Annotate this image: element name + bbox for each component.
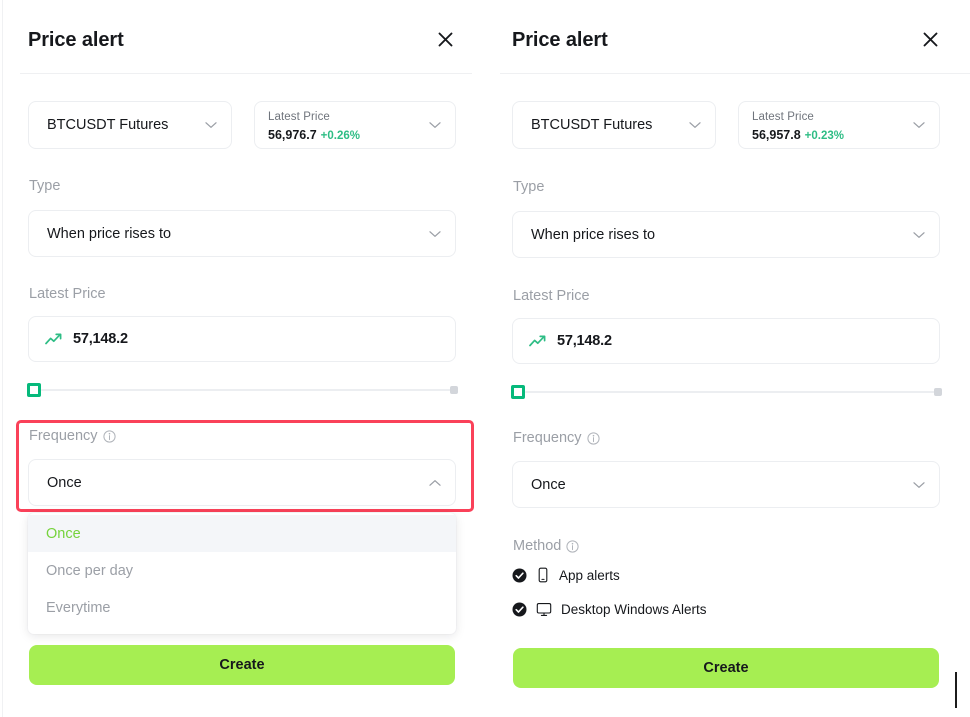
frequency-select-value: Once [531,477,566,493]
frequency-label-text: Frequency [29,428,98,444]
latest-price-select[interactable]: Latest Price 56,976.7 +0.26% [254,101,456,149]
latest-price-label: Latest Price [29,286,106,302]
slider-handle-start[interactable] [511,385,525,399]
info-icon[interactable] [103,430,116,443]
frequency-label-text: Frequency [513,430,582,446]
latest-price-select-label: Latest Price [752,111,814,123]
header-divider [20,73,472,74]
frequency-label: Frequency [513,430,600,446]
price-input[interactable]: 57,148.2 [512,318,940,364]
frequency-option-once-per-day[interactable]: Once per day [28,552,456,589]
trend-up-icon [45,332,63,346]
slider-handle-end[interactable] [934,388,942,396]
checkbox-checked-icon[interactable] [512,602,527,617]
latest-price-select-label: Latest Price [268,111,330,123]
slider-track [525,391,936,393]
latest-price-label: Latest Price [513,288,590,304]
method-option-desktop-alerts[interactable]: Desktop Windows Alerts [512,602,707,617]
header-divider [500,73,970,74]
page-title: Price alert [28,29,124,52]
frequency-option-label: Everytime [46,600,110,616]
desktop-monitor-icon [536,602,552,617]
info-icon[interactable] [587,432,600,445]
screenshot-root: Price alert BTCUSDT Futures Latest Price… [0,0,970,717]
create-button[interactable]: Create [29,645,455,685]
frequency-option-label: Once [46,526,81,542]
price-slider[interactable] [27,383,458,397]
latest-price-select[interactable]: Latest Price 56,957.8 +0.23% [738,101,940,149]
close-icon[interactable] [432,26,458,52]
type-label-text: Type [29,178,60,194]
price-input[interactable]: 57,148.2 [28,316,456,362]
slider-track [41,389,452,391]
text-cursor-caret [955,672,957,708]
trend-up-icon [529,334,547,348]
price-alert-dialog-left: Price alert BTCUSDT Futures Latest Price… [2,0,484,717]
latest-price-select-value: 56,957.8 +0.23% [752,128,844,142]
price-number: 56,976.7 [268,128,317,142]
price-slider[interactable] [511,385,942,399]
page-title: Price alert [512,29,608,52]
type-select-value: When price rises to [47,226,171,242]
create-button[interactable]: Create [513,648,939,688]
close-icon[interactable] [917,26,943,52]
symbol-select-value: BTCUSDT Futures [47,117,168,133]
method-label: Method [513,538,579,554]
type-select[interactable]: When price rises to [512,211,940,258]
chevron-down-icon [205,121,217,129]
method-option-label: App alerts [559,568,620,583]
symbol-select[interactable]: BTCUSDT Futures [28,101,232,149]
type-label: Type [513,179,544,195]
mobile-phone-icon [536,567,550,583]
chevron-down-icon [429,121,441,129]
slider-handle-start[interactable] [27,383,41,397]
price-input-value: 57,148.2 [557,333,612,349]
price-change: +0.23% [805,130,844,142]
symbol-select[interactable]: BTCUSDT Futures [512,101,716,149]
chevron-up-icon [429,479,441,487]
method-option-label: Desktop Windows Alerts [561,602,707,617]
price-change: +0.26% [321,130,360,142]
dialog-header-left: Price alert [2,0,484,73]
price-input-value: 57,148.2 [73,331,128,347]
price-number: 56,957.8 [752,128,801,142]
chevron-down-icon [913,231,925,239]
chevron-down-icon [913,121,925,129]
latest-price-label-text: Latest Price [513,288,590,304]
frequency-label: Frequency [29,428,116,444]
frequency-option-once[interactable]: Once [28,515,456,552]
frequency-option-label: Once per day [46,563,133,579]
frequency-dropdown-menu[interactable]: Once Once per day Everytime [28,513,456,634]
frequency-option-everytime[interactable]: Everytime [28,589,456,626]
chevron-down-icon [913,481,925,489]
frequency-select-value: Once [47,475,82,491]
frequency-select[interactable]: Once [28,459,456,506]
method-label-text: Method [513,538,561,554]
checkbox-checked-icon[interactable] [512,568,527,583]
slider-handle-end[interactable] [450,386,458,394]
type-select-value: When price rises to [531,227,655,243]
frequency-select[interactable]: Once [512,461,940,508]
type-label-text: Type [513,179,544,195]
type-select[interactable]: When price rises to [28,210,456,257]
info-icon[interactable] [566,540,579,553]
symbol-select-value: BTCUSDT Futures [531,117,652,133]
latest-price-select-value: 56,976.7 +0.26% [268,128,360,142]
dialog-header-right: Price alert [487,0,970,73]
method-option-app-alerts[interactable]: App alerts [512,567,620,583]
type-label: Type [29,178,60,194]
latest-price-label-text: Latest Price [29,286,106,302]
chevron-down-icon [689,121,701,129]
chevron-down-icon [429,230,441,238]
price-alert-dialog-right: Price alert BTCUSDT Futures Latest Price… [487,0,970,717]
